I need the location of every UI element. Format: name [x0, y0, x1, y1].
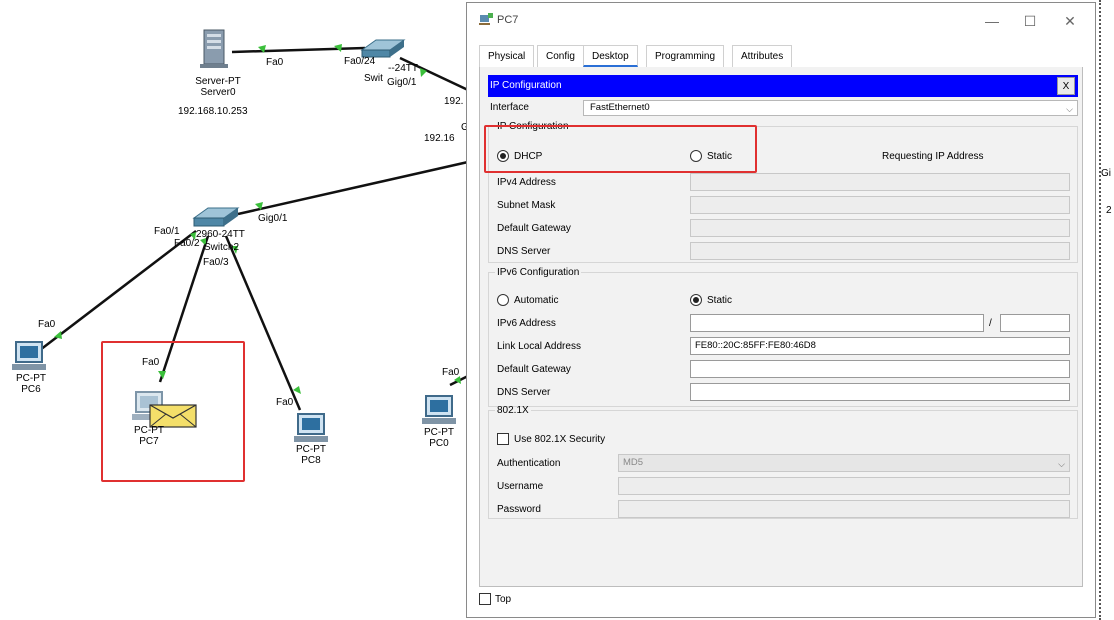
tab-desktop[interactable]: Desktop: [583, 45, 638, 67]
pc8-icon: [294, 413, 328, 442]
link-switch2-up: [237, 160, 469, 216]
link-local-label: Link Local Address: [497, 341, 581, 352]
server0-name-label: Server0: [200, 87, 236, 98]
pc7-window[interactable]: PC7 — ☐ ✕ Physical Config Desktop Progra…: [466, 2, 1096, 618]
pc6-type-label: PC-PT: [16, 373, 46, 384]
switch-port-fa024-label: Fa0/24: [344, 56, 376, 67]
right-edge-label-1: Gi: [1101, 168, 1111, 179]
authentication-label: Authentication: [497, 458, 561, 469]
ipv6-address-field[interactable]: [690, 314, 984, 332]
interface-select[interactable]: FastEthernet0 ⌵: [583, 100, 1078, 116]
server-port-label: Fa0: [266, 57, 284, 68]
switch2-port-gig01-label: Gig0/1: [258, 213, 288, 224]
switch2-port-fa01-label: Fa0/1: [154, 226, 180, 237]
ip-configuration-title: IP Configuration: [490, 80, 562, 91]
pc8-port-label: Fa0: [276, 397, 294, 408]
switch2-port-fa03-label: Fa0/3: [203, 257, 229, 268]
pc0-name-label: PC0: [429, 438, 449, 449]
subnet-mask-field[interactable]: [690, 196, 1070, 214]
switch-model-label: --24TT: [388, 63, 418, 74]
password-label: Password: [497, 504, 541, 515]
authentication-select[interactable]: MD5 ⌵: [618, 454, 1070, 472]
use-dot1x-checkbox[interactable]: [497, 433, 509, 445]
ipv6-prefix-field[interactable]: [1000, 314, 1070, 332]
subnet-mask-label: Subnet Mask: [497, 200, 556, 211]
link-local-value: FE80::20C:85FF:FE80:46D8: [695, 340, 816, 351]
top-checkbox[interactable]: [479, 593, 491, 605]
tab-config[interactable]: Config: [537, 45, 584, 67]
ipv6-static-radio[interactable]: [690, 294, 702, 306]
dns-server-label: DNS Server: [497, 246, 551, 257]
window-title: PC7: [497, 14, 519, 26]
interface-value: FastEthernet0: [590, 102, 650, 113]
ip-configuration-close-button[interactable]: X: [1057, 77, 1075, 95]
link-local-field[interactable]: FE80::20C:85FF:FE80:46D8: [690, 337, 1070, 355]
chevron-down-icon: ⌵: [1058, 459, 1065, 469]
switch-top-icon: [360, 39, 406, 58]
pc8-type-label: PC-PT: [296, 444, 326, 455]
switch2-model-label: 2960-24TT: [196, 229, 245, 240]
ipv6-group-legend: IPv6 Configuration: [497, 267, 580, 278]
server-icon: [200, 29, 228, 68]
switch-port-gig01-label: Gig0/1: [387, 77, 417, 88]
dot1x-group-legend: 802.1X: [497, 405, 529, 416]
tab-attributes[interactable]: Attributes: [732, 45, 793, 67]
ipv6-gateway-label: Default Gateway: [497, 364, 571, 375]
interface-row: Interface FastEthernet0 ⌵: [488, 100, 1078, 116]
default-gateway-field[interactable]: [690, 219, 1070, 237]
username-label: Username: [497, 481, 544, 492]
pc6-icon: [12, 341, 46, 370]
pc7-highlight-box: [101, 341, 245, 482]
link-switch2-pc6: [39, 230, 197, 351]
ipv6-automatic-label: Automatic: [514, 295, 559, 306]
ipv6-prefix-slash: /: [989, 318, 992, 329]
ipv4-address-label: IPv4 Address: [497, 177, 556, 188]
switch2-name-label: Switch2: [204, 242, 240, 253]
minimize-button[interactable]: —: [977, 9, 1007, 33]
link-server-switch: [231, 46, 366, 54]
ipv6-gateway-field[interactable]: [690, 360, 1070, 378]
title-bar[interactable]: PC7 — ☐ ✕: [467, 3, 1095, 37]
authentication-value: MD5: [623, 457, 644, 468]
ipv6-automatic-radio[interactable]: [497, 294, 509, 306]
server0-ip-label: 192.168.10.253: [178, 106, 248, 117]
pc6-name-label: PC6: [21, 384, 41, 395]
interface-label: Interface: [490, 102, 529, 113]
ipv6-address-label: IPv6 Address: [497, 318, 556, 329]
right-edge-label-2: 2: [1106, 205, 1112, 216]
pc8-name-label: PC8: [301, 455, 321, 466]
server0-type-label: Server-PT: [195, 76, 241, 87]
pc0-icon: [422, 395, 456, 424]
pc0-type-label: PC-PT: [424, 427, 454, 438]
default-gateway-label: Default Gateway: [497, 223, 571, 234]
chevron-down-icon: ⌵: [1066, 104, 1073, 114]
workspace-boundary: [1099, 0, 1101, 620]
ipv6-dns-label: DNS Server: [497, 387, 551, 398]
ipv6-dns-field[interactable]: [690, 383, 1070, 401]
pc6-port-label: Fa0: [38, 319, 56, 330]
pc-app-icon: [479, 13, 493, 25]
ipv4-address-field[interactable]: [690, 173, 1070, 191]
use-dot1x-label: Use 802.1X Security: [514, 434, 606, 445]
ip-configuration-header: IP Configuration X: [488, 75, 1078, 97]
maximize-button[interactable]: ☐: [1015, 9, 1045, 33]
ip-partial-label-2: 192.16: [424, 133, 455, 144]
tab-programming[interactable]: Programming: [646, 45, 725, 67]
switch2-icon: [192, 207, 240, 227]
tab-physical[interactable]: Physical: [479, 45, 535, 67]
top-checkbox-label: Top: [495, 594, 512, 605]
dns-server-field[interactable]: [690, 242, 1070, 260]
password-field[interactable]: [618, 500, 1070, 518]
username-field[interactable]: [618, 477, 1070, 495]
switch-name-label: Swit: [364, 73, 383, 84]
dhcp-status-text: Requesting IP Address: [882, 151, 984, 162]
ip-partial-label: 192.: [444, 96, 464, 107]
close-button[interactable]: ✕: [1055, 9, 1085, 33]
pc0-port-label: Fa0: [442, 367, 460, 378]
ipv6-static-label: Static: [707, 295, 733, 306]
dhcp-static-highlight-box: [484, 125, 757, 173]
